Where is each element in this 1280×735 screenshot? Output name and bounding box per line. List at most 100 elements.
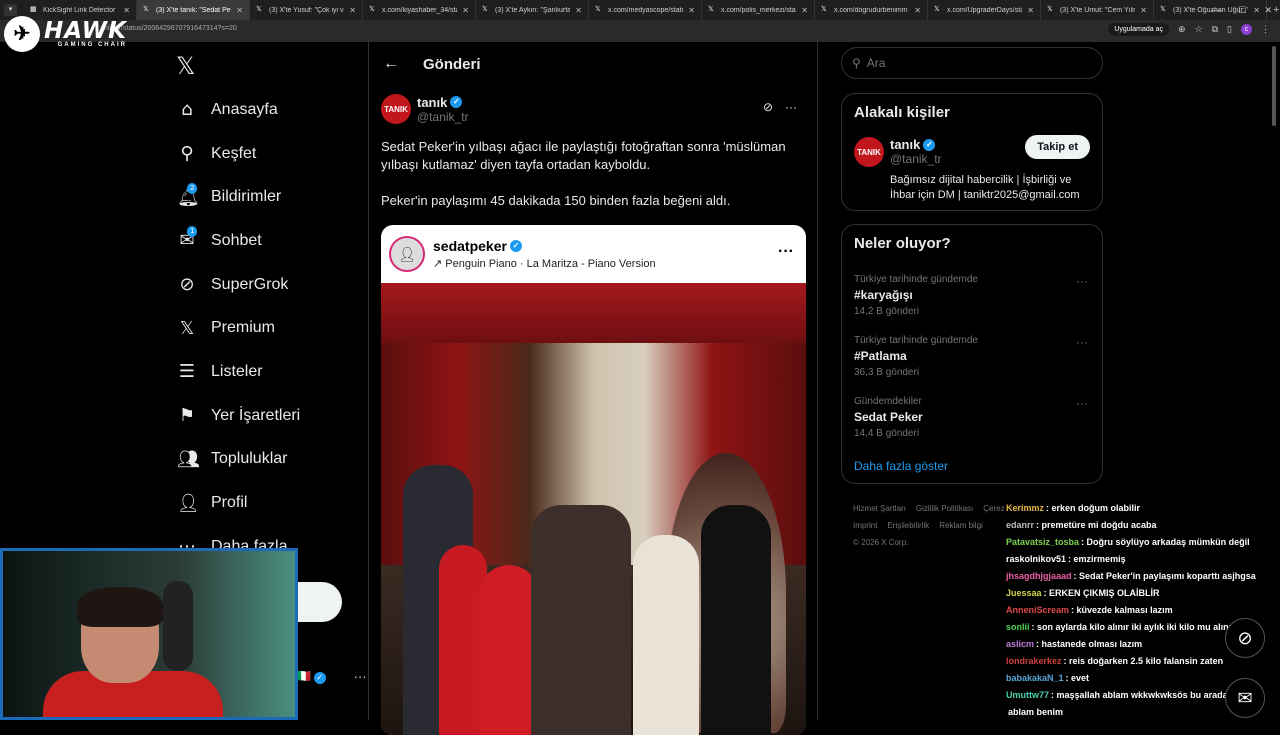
embed-more-icon[interactable]: ···	[778, 243, 794, 261]
chat-username[interactable]: sonlii	[1006, 622, 1030, 632]
browser-menu-icon[interactable]: ⋮	[1261, 24, 1270, 35]
trend-item[interactable]: Türkiye tarihinde gündemde #karyağışı 14,2…	[854, 274, 1090, 317]
x-logo-icon[interactable]: 𝕏	[176, 52, 195, 80]
chat-username[interactable]: Umuttw77	[1006, 690, 1049, 700]
search-icon-glyph: ⚲	[180, 143, 194, 165]
sidepanel-icon[interactable]: ▯	[1227, 24, 1232, 35]
close-tab-icon[interactable]: ✕	[688, 6, 695, 15]
open-in-app-button[interactable]: Uygulamada aç	[1108, 23, 1169, 36]
sidebar-item-label: Yer İşaretleri	[211, 406, 301, 424]
chat-username[interactable]: Kerimmz	[1006, 503, 1044, 513]
window-controls: — ☐ ✕	[1211, 0, 1272, 20]
author-name[interactable]: tanık ✓	[417, 95, 469, 110]
back-arrow-icon[interactable]: ←	[383, 55, 399, 73]
close-tab-icon[interactable]: ✕	[1140, 6, 1147, 15]
close-tab-icon[interactable]: ✕	[801, 6, 808, 15]
avatar[interactable]: TANIK	[381, 94, 411, 124]
browser-tab[interactable]: 𝕏 (3) X'te tanık: "Sedat Peker' ✕	[137, 0, 250, 20]
x-logo-icon: 𝕏	[143, 6, 149, 13]
chat-username[interactable]: jhsagdhjgjaaad	[1006, 571, 1072, 581]
post-header: ← Gönderi	[369, 42, 817, 86]
show-more-link[interactable]: Daha fazla göster	[854, 459, 1090, 473]
close-tab-icon[interactable]: ✕	[575, 6, 582, 15]
close-tab-icon[interactable]: ✕	[1027, 6, 1034, 15]
sidebar-item-listeler[interactable]: ☰ Listeler	[172, 350, 300, 394]
tab-search-button[interactable]: ▾	[4, 4, 17, 16]
chat-username[interactable]: Patavatsiz_tosba	[1006, 537, 1079, 547]
browser-tab[interactable]: 𝕏x.com/UpgraderDays/stat ✕	[928, 0, 1041, 20]
close-tab-icon[interactable]: ✕	[123, 6, 130, 15]
browser-tab[interactable]: 𝕏x.com/medyascope/statu ✕	[589, 0, 702, 20]
chat-message: Juessaa: ERKEN ÇIKMIŞ OLAİBLİR	[1006, 585, 1276, 602]
x-logo-icon: 𝕏	[934, 6, 940, 13]
sidebar-item-keşfet[interactable]: ⚲ Keşfet	[172, 132, 300, 176]
tab-label: (3) X'te Yusuf: "Çok iyi vid	[269, 6, 345, 14]
scrollbar[interactable]	[1272, 46, 1276, 126]
close-tab-icon[interactable]: ✕	[349, 6, 356, 15]
sidebar-item-anasayfa[interactable]: ⌂ Anasayfa	[172, 88, 300, 132]
close-window-icon[interactable]: ✕	[1264, 5, 1272, 16]
browser-tab[interactable]: 𝕏 (3) X'te Umut: "Cem Yılm ✕	[1041, 0, 1154, 20]
follow-button[interactable]: Takip et	[1025, 135, 1090, 159]
sidebar-item-topluluklar[interactable]: 👥︎ Topluluklar	[172, 438, 300, 482]
chat-username[interactable]: AnneniScream	[1006, 605, 1069, 615]
browser-tab[interactable]: 𝕏x.com/polis_merkezi/stati ✕	[702, 0, 815, 20]
sidebar-item-bildirimler[interactable]: 🔔︎ 2 Bildirimler	[172, 175, 300, 219]
grok-fab-icon[interactable]: ⊘	[1225, 618, 1265, 658]
sidebar-account[interactable]: 🇮🇹 ✓ ···	[296, 668, 367, 684]
trend-more-icon[interactable]: ···	[1076, 396, 1088, 410]
bookmark-star-icon[interactable]: ☆	[1195, 24, 1203, 35]
account-more-icon[interactable]: ···	[354, 669, 367, 684]
footer-link[interactable]: Imprint	[853, 521, 877, 530]
x-logo-icon: 𝕏	[1047, 6, 1053, 13]
chat-username[interactable]: aslicm	[1006, 639, 1034, 649]
close-tab-icon[interactable]: ✕	[462, 6, 469, 15]
tweet-more-icon[interactable]: ···	[785, 100, 797, 114]
sidebar-item-yer-i-şaretleri[interactable]: ⚑ Yer İşaretleri	[172, 394, 300, 438]
sidebar-item-sohbet[interactable]: ✉ 1 Sohbet	[172, 219, 300, 263]
sidebar-item-label: Sohbet	[211, 231, 262, 249]
trend-more-icon[interactable]: ···	[1076, 274, 1088, 288]
browser-tab[interactable]: 𝕏 (3) X'te Yusuf: "Çok iyi vid ✕	[250, 0, 363, 20]
trend-item[interactable]: Gündemdekiler Sedat Peker 14,4 B gönderi ··…	[854, 396, 1090, 439]
sidebar-item-profil[interactable]: 👤︎ Profil	[172, 481, 300, 525]
trend-more-icon[interactable]: ···	[1076, 335, 1088, 349]
chat-username[interactable]: edanrr	[1006, 520, 1034, 530]
chat-username[interactable]: raskolnikov51	[1006, 554, 1066, 564]
author-handle[interactable]: @tanik_tr	[417, 110, 469, 124]
related-name-text: tanık	[890, 137, 921, 152]
browser-tab[interactable]: 𝕏x.com/kiyashaber_34/stat ✕	[363, 0, 476, 20]
chat-text: : küvezde kalması lazım	[1071, 605, 1173, 615]
chat-username[interactable]: londrakerkez	[1006, 656, 1062, 666]
profile-avatar[interactable]: c	[1241, 24, 1252, 35]
avatar[interactable]: TANIK	[854, 137, 884, 167]
grok-icon[interactable]: ⊘	[763, 100, 773, 114]
messages-fab-icon[interactable]: ✉	[1225, 678, 1265, 718]
footer-link[interactable]: Gizlilik Politikası	[916, 504, 973, 513]
close-tab-icon[interactable]: ✕	[914, 6, 921, 15]
notification-badge: 2	[187, 182, 198, 194]
footer-link[interactable]: Erişilebilirlik	[887, 521, 929, 530]
photo-curtain	[381, 283, 806, 343]
sidebar-item-supergrok[interactable]: ⊘ SuperGrok	[172, 263, 300, 307]
post-photo[interactable]	[381, 283, 806, 735]
browser-tab[interactable]: 𝕏x.com/dogrudurbenimm ✕	[815, 0, 928, 20]
footer-link[interactable]: Reklam bilgi	[939, 521, 983, 530]
sidebar-item-premium[interactable]: 𝕏 Premium	[172, 306, 300, 350]
bookmark-icon: ⚑	[177, 405, 197, 426]
close-tab-icon[interactable]: ✕	[236, 6, 243, 15]
related-person[interactable]: TANIK tanık ✓ @tanik_tr Takip et	[854, 135, 1090, 167]
browser-tab[interactable]: 𝕏 (3) X'te Aykırı: "Şanlıurfa' ✕	[476, 0, 589, 20]
embedded-instagram-post[interactable]: 👤︎ sedatpeker ✓ ↗ Penguin Piano · La Mari…	[381, 225, 806, 735]
footer-link[interactable]: Hizmet Şartları	[853, 504, 906, 513]
maximize-icon[interactable]: ☐	[1238, 5, 1246, 16]
minimize-icon[interactable]: —	[1211, 5, 1220, 15]
chat-username[interactable]: Juessaa	[1006, 588, 1042, 598]
zoom-icon[interactable]: ⊕	[1178, 24, 1186, 35]
chat-username[interactable]: babakakaN_1	[1006, 673, 1064, 683]
grid-icon: ▦	[30, 6, 37, 13]
extensions-icon[interactable]: ⧉	[1212, 24, 1218, 35]
search-input[interactable]: ⚲ Ara	[841, 47, 1103, 79]
related-name: tanık ✓	[890, 137, 942, 152]
trend-item[interactable]: Türkiye tarihinde gündemde #Patlama 36,3 B…	[854, 335, 1090, 378]
